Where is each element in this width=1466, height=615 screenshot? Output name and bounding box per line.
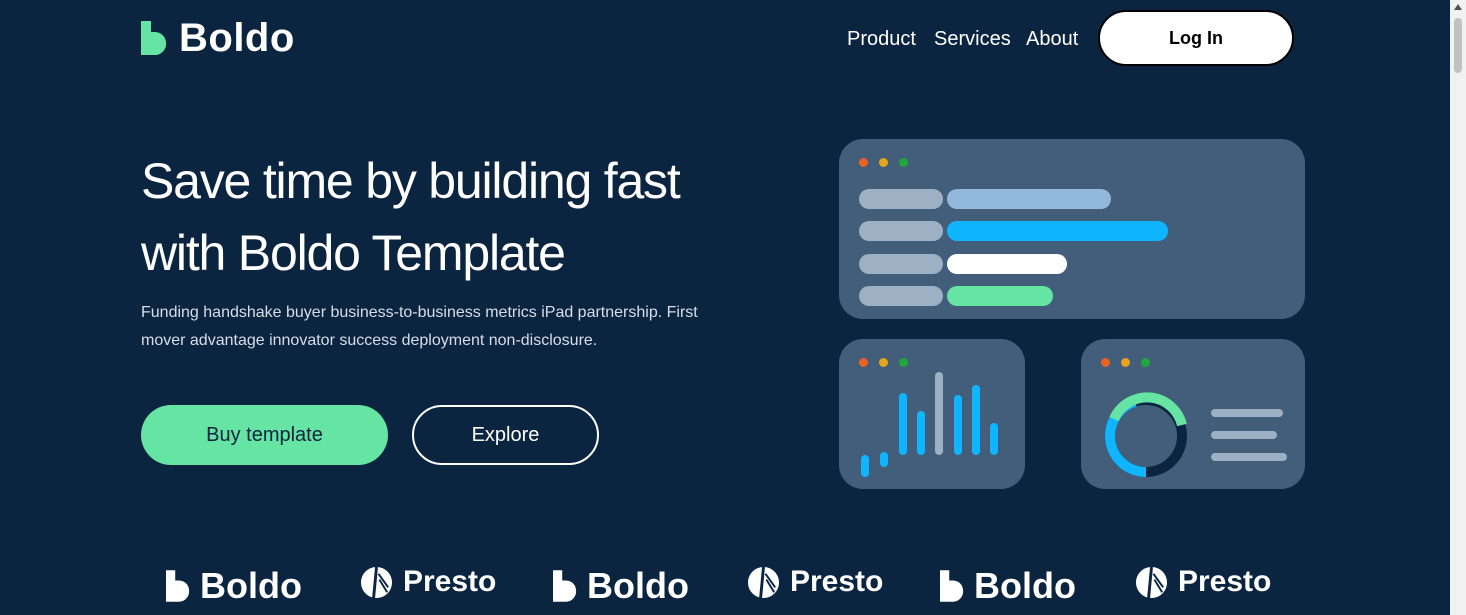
logo-presto: Presto (1135, 565, 1271, 599)
hero-title-line1: Save time by building fast (141, 153, 681, 209)
scroll-up-arrow-icon[interactable] (1454, 4, 1462, 10)
bar-label (859, 286, 943, 306)
hero-title: Save time by building fast with Boldo Te… (141, 145, 761, 289)
logo-boldo: Boldo (940, 565, 1076, 607)
yellow-dot (879, 158, 888, 167)
nav-about[interactable]: About (1026, 28, 1078, 51)
bar-label (859, 221, 943, 241)
boldo-logo-icon (166, 570, 190, 602)
logo-label: Presto (1178, 565, 1272, 598)
logo-boldo: Boldo (553, 565, 689, 607)
brand-name: Boldo (179, 16, 295, 60)
login-button[interactable]: Log In (1098, 10, 1294, 66)
red-dot (859, 158, 868, 167)
logo-boldo: Boldo (166, 565, 302, 607)
presto-logo-icon (1135, 566, 1168, 598)
vertical-scrollbar[interactable] (1450, 0, 1466, 615)
dashboard-card-columns (839, 339, 1025, 489)
hero-subtitle-line1: Funding handshake buyer business-to-busi… (141, 304, 698, 321)
logo-presto: Presto (360, 565, 496, 599)
buy-template-button[interactable]: Buy template (141, 405, 388, 465)
logo-presto: Presto (747, 565, 883, 599)
boldo-logo-icon (940, 570, 964, 602)
bar-label (859, 254, 943, 274)
bar (947, 221, 1168, 241)
hero-subtitle-line2: mover advantage innovator success deploy… (141, 332, 598, 349)
donut-segment-green (1109, 392, 1187, 427)
nav-services[interactable]: Services (934, 28, 1011, 51)
window-dots (859, 158, 908, 167)
brand-logo[interactable]: Boldo (141, 18, 295, 58)
dashboard-card-donut (1081, 339, 1305, 489)
boldo-logo-icon (141, 21, 167, 55)
logo-label: Boldo (200, 565, 302, 606)
logo-label: Presto (790, 565, 884, 598)
column-chart-illustration (861, 372, 998, 477)
hero-subtitle: Funding handshake buyer business-to-busi… (141, 299, 721, 355)
bar (947, 286, 1053, 306)
logo-label: Boldo (974, 565, 1076, 606)
scrollbar-thumb[interactable] (1454, 18, 1462, 73)
bar-label (859, 189, 943, 209)
dashboard-card-bars (839, 139, 1305, 319)
hero-title-line2: with Boldo Template (141, 225, 566, 281)
explore-button[interactable]: Explore (412, 405, 599, 465)
nav-product[interactable]: Product (847, 28, 916, 51)
bar (947, 254, 1067, 274)
logo-label: Boldo (587, 565, 689, 606)
presto-logo-icon (360, 566, 393, 598)
green-dot (899, 158, 908, 167)
donut-chart-illustration (1105, 392, 1287, 477)
bar (947, 189, 1111, 209)
landing-page: Boldo Product Services About Log In Save… (0, 0, 1450, 615)
logo-label: Presto (403, 565, 497, 598)
boldo-logo-icon (553, 570, 577, 602)
presto-logo-icon (747, 566, 780, 598)
